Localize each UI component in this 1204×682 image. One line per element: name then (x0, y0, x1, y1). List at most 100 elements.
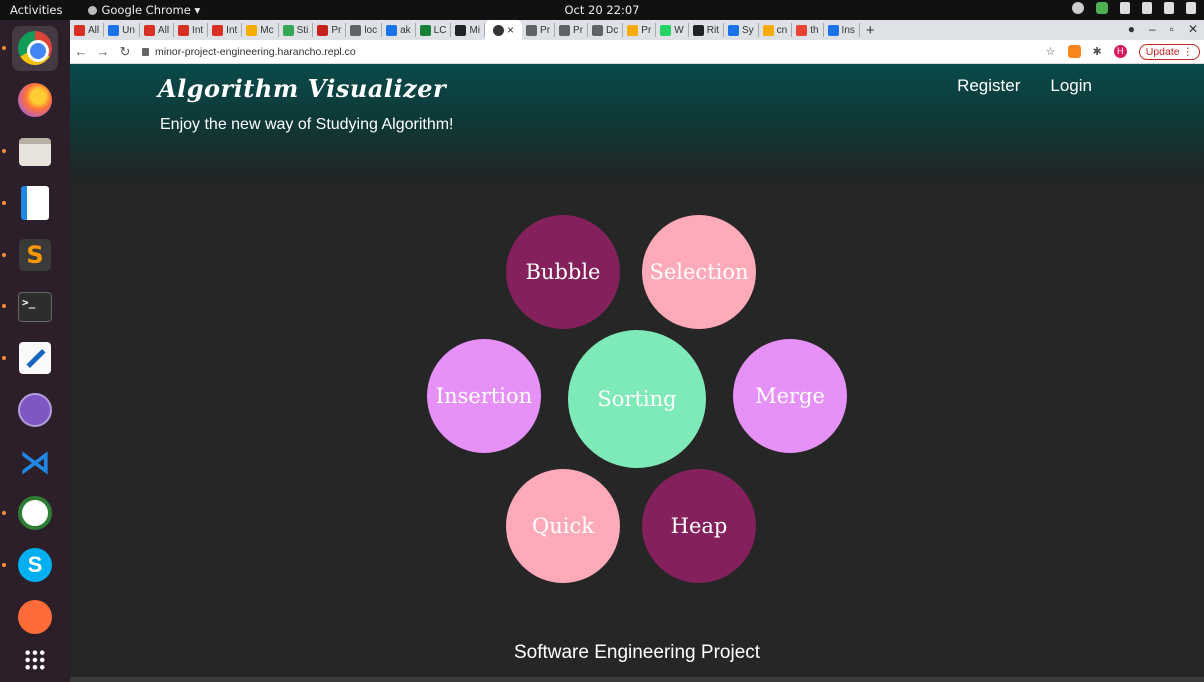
dock-postman[interactable] (12, 594, 58, 639)
tab-search-icon[interactable]: ● (1128, 22, 1135, 36)
sorting-center-button[interactable]: Sorting (568, 330, 706, 468)
tab-label: Mi (469, 24, 481, 36)
reload-icon[interactable]: ↻ (114, 44, 136, 60)
tab-a-0[interactable]: All (70, 23, 105, 37)
tab-a-8[interactable]: loc (346, 23, 383, 37)
running-indicator (2, 46, 6, 50)
tab-a-1[interactable]: Un (104, 23, 140, 37)
tab-b-8[interactable]: th (792, 23, 824, 37)
vscode-icon: ⋊ (19, 442, 51, 481)
wifi-icon[interactable] (1120, 2, 1130, 14)
tab-b-0[interactable]: Pr (522, 23, 556, 37)
selection-label: Selection (649, 260, 749, 284)
app-menu[interactable]: Google Chrome ▾ (88, 3, 200, 17)
dock-chrome[interactable] (2, 26, 58, 71)
login-link[interactable]: Login (1050, 76, 1092, 96)
new-tab-button[interactable]: + (866, 22, 875, 39)
tab-active[interactable]: × (485, 20, 523, 40)
tab-b-4[interactable]: W (656, 23, 689, 37)
dock: S >_ ⋊ S (0, 20, 70, 682)
tab-a-5[interactable]: Mc (242, 23, 279, 37)
insertion-sort-button[interactable]: Insertion (427, 339, 541, 453)
tab-favicon-icon (178, 24, 190, 36)
tab-b-2[interactable]: Dc (588, 23, 624, 37)
tab-favicon-icon (660, 24, 672, 36)
omnibox[interactable]: minor-project-engineering.harancho.repl.… (142, 46, 356, 58)
forward-icon[interactable]: → (92, 44, 114, 59)
dock-writer[interactable] (2, 181, 58, 226)
tab-label: Un (122, 24, 135, 36)
tab-label: ak (400, 24, 411, 36)
selection-sort-button[interactable]: Selection (642, 215, 756, 329)
site-brand[interactable]: Algorithm Visualizer (158, 74, 446, 103)
tab-label: th (810, 24, 819, 36)
tab-favicon-icon (143, 24, 155, 36)
tab-a-4[interactable]: Int (208, 23, 243, 37)
tab-favicon-icon (627, 24, 639, 36)
tab-favicon-icon (796, 24, 808, 36)
dock-sublime[interactable]: S (2, 233, 58, 278)
anydesk-icon (18, 496, 52, 531)
extensions-puzzle-icon[interactable]: ✱ (1093, 45, 1102, 58)
dock-skype[interactable]: S (2, 543, 58, 588)
tab-a-7[interactable]: Pr (313, 23, 347, 37)
shield-icon[interactable] (1096, 2, 1108, 14)
tray-app-icon[interactable] (1072, 2, 1084, 14)
tab-a-11[interactable]: Mi (451, 23, 486, 37)
bookmark-star-icon[interactable]: ☆ (1046, 45, 1056, 58)
minimize-icon[interactable]: – (1149, 22, 1156, 36)
metamask-extension-icon[interactable] (1067, 45, 1081, 58)
quick-sort-button[interactable]: Quick (506, 469, 620, 583)
dock-show-apps[interactable] (12, 646, 58, 675)
volume-icon[interactable] (1142, 2, 1152, 14)
battery-icon[interactable] (1186, 2, 1196, 14)
bubble-sort-button[interactable]: Bubble (506, 215, 620, 329)
tab-a-9[interactable]: ak (382, 23, 416, 37)
tab-label: Rit (706, 24, 719, 36)
system-tray[interactable] (1072, 2, 1196, 14)
tab-a-10[interactable]: LC (416, 23, 452, 37)
tab-favicon-icon (526, 24, 538, 36)
dock-firefox[interactable] (12, 78, 58, 123)
register-link[interactable]: Register (957, 76, 1020, 96)
tab-b-5[interactable]: Rit (689, 23, 724, 37)
postman-icon (18, 599, 52, 634)
merge-sort-button[interactable]: Merge (733, 339, 847, 453)
microphone-icon[interactable] (1164, 2, 1174, 14)
tab-b-3[interactable]: Pr (623, 23, 657, 37)
tab-favicon-icon (317, 24, 329, 36)
tab-a-3[interactable]: Int (174, 23, 209, 37)
tab-b-9[interactable]: Ins (824, 23, 860, 37)
dock-terminal[interactable]: >_ (2, 284, 58, 329)
close-icon[interactable]: ✕ (1188, 22, 1198, 36)
toolbar-right: ☆ ✱ H Update ⋮ (1046, 43, 1200, 60)
sublime-text-icon: S (19, 238, 51, 271)
tab-b-1[interactable]: Pr (555, 23, 589, 37)
tab-b-7[interactable]: cn (759, 23, 793, 37)
lock-icon[interactable] (142, 47, 149, 56)
tab-favicon-icon (246, 24, 258, 36)
back-icon[interactable]: ← (70, 44, 92, 59)
tab-favicon-icon (350, 24, 362, 36)
system-top-bar: Activities Google Chrome ▾ Oct 20 22:07 (0, 0, 1204, 20)
tab-b-6[interactable]: Sy (724, 23, 759, 37)
dock-tor[interactable] (12, 388, 58, 433)
dock-text-editor[interactable] (2, 336, 58, 381)
heap-sort-button[interactable]: Heap (642, 469, 756, 583)
update-button[interactable]: Update ⋮ (1138, 43, 1200, 60)
chrome-small-icon (88, 5, 98, 15)
dock-anydesk[interactable] (2, 491, 58, 536)
tab-close-icon[interactable]: × (507, 23, 514, 37)
dock-files[interactable] (2, 129, 58, 174)
sorting-label: Sorting (597, 387, 677, 411)
tab-a-2[interactable]: All (140, 23, 175, 37)
tor-browser-icon (18, 392, 52, 427)
avatar[interactable]: H (1113, 45, 1127, 58)
url-text[interactable]: minor-project-engineering.harancho.repl.… (155, 46, 356, 58)
tab-label: Pr (540, 24, 551, 36)
dock-vscode[interactable]: ⋊ (12, 439, 58, 484)
tab-a-6[interactable]: Sti (279, 23, 314, 37)
horizontal-scrollbar[interactable] (70, 677, 1204, 682)
activities-button[interactable]: Activities (0, 3, 72, 17)
restore-icon[interactable]: ▫ (1170, 22, 1174, 36)
